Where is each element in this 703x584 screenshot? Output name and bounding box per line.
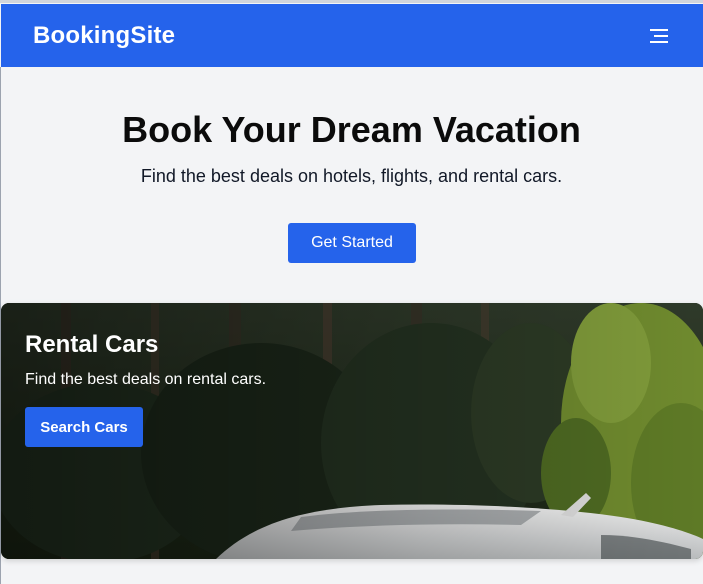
hero-title: Book Your Dream Vacation — [122, 109, 581, 150]
hero-subtitle: Find the best deals on hotels, flights, … — [140, 166, 563, 186]
rental-cars-card: Rental Cars Find the best deals on renta… — [1, 303, 703, 559]
get-started-button[interactable]: Get Started — [288, 223, 416, 263]
hamburger-menu-button[interactable] — [643, 22, 677, 50]
card-title: Rental Cars — [25, 331, 159, 358]
window-top-border — [0, 0, 703, 3]
navbar: BookingSite — [1, 4, 703, 67]
card-subtitle: Find the best deals on rental cars. — [25, 371, 267, 388]
search-cars-button[interactable]: Search Cars — [25, 407, 143, 447]
brand-logo[interactable]: BookingSite — [33, 22, 175, 50]
hamburger-menu-icon — [650, 29, 668, 43]
